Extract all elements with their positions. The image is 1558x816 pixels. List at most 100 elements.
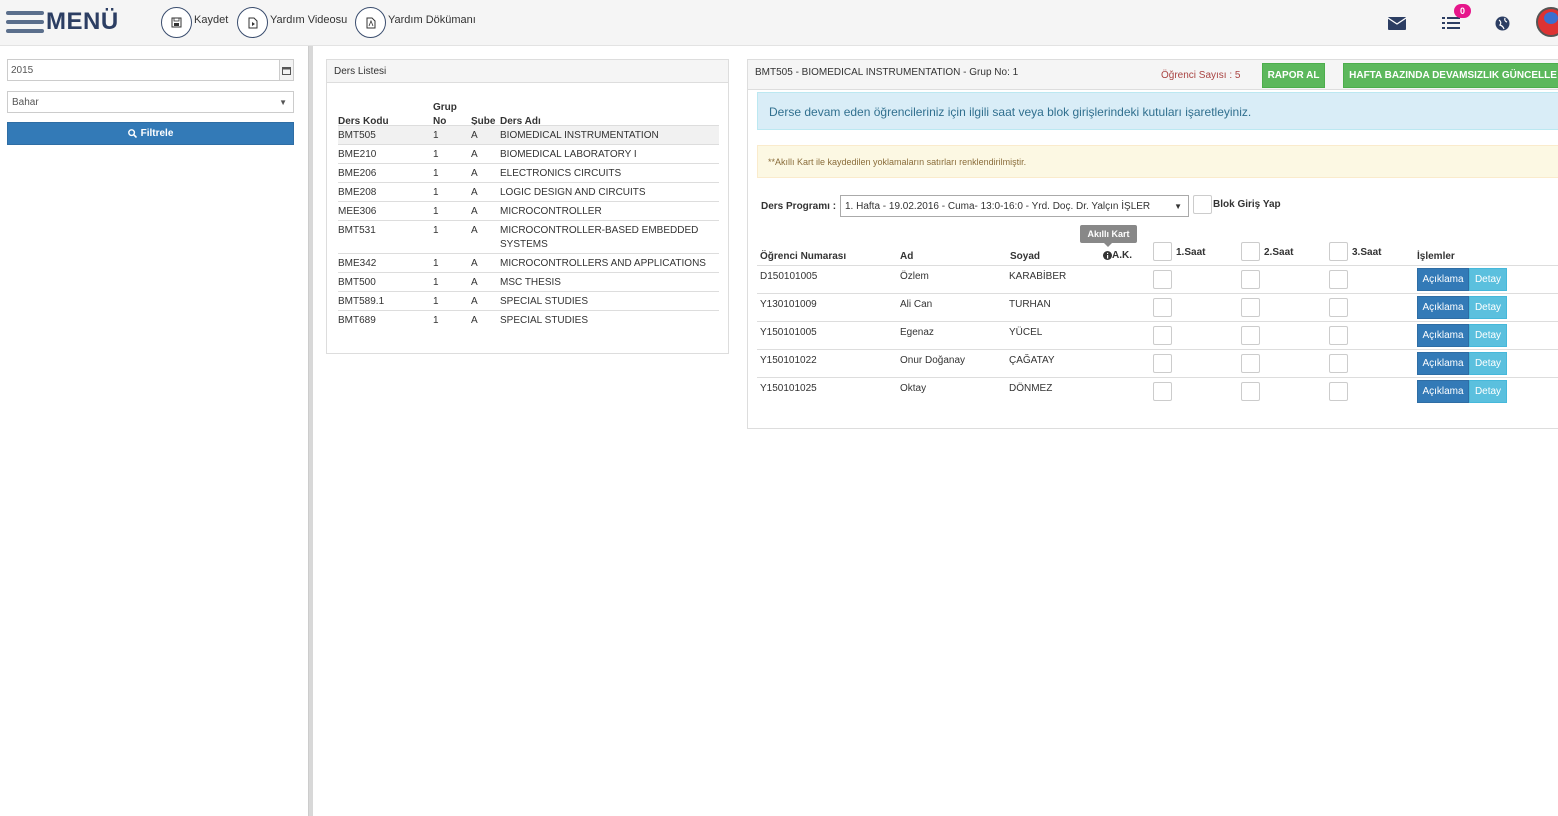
attendance-panel: BMT505 - BIOMEDICAL INSTRUMENTATION - Gr… (747, 59, 1558, 429)
course-row[interactable]: BME206 1 A ELECTRONICS CIRCUITS (338, 163, 719, 182)
hour3-all-checkbox[interactable] (1329, 242, 1348, 261)
course-row[interactable]: BMT531 1 A MICROCONTROLLER-BASED EMBEDDE… (338, 220, 719, 253)
hour2-checkbox[interactable] (1241, 270, 1260, 289)
course-name: LOGIC DESIGN AND CIRCUITS (500, 187, 646, 198)
course-table-header: Ders Kodu Grup No Şube Ders Adı (338, 96, 719, 127)
hour1-checkbox[interactable] (1153, 354, 1172, 373)
menu-button[interactable]: MENÜ (6, 8, 119, 36)
student-last-name: ÇAĞATAY (1009, 355, 1055, 366)
mail-icon[interactable] (1386, 12, 1408, 34)
course-row[interactable]: MEE306 1 A MICROCONTROLLER (338, 201, 719, 220)
course-section: A (471, 168, 478, 179)
student-number: Y150101022 (760, 355, 817, 366)
course-group: 1 (433, 225, 439, 236)
hour2-checkbox[interactable] (1241, 382, 1260, 401)
sidebar-splitter[interactable] (308, 46, 313, 816)
course-list-title: Ders Listesi (327, 60, 728, 83)
detail-button[interactable]: Detay (1469, 352, 1507, 375)
filter-button[interactable]: Filtrele (7, 122, 294, 145)
course-section: A (471, 258, 478, 269)
hour3-checkbox[interactable] (1329, 326, 1348, 345)
course-group: 1 (433, 130, 439, 141)
hour1-all-checkbox[interactable] (1153, 242, 1172, 261)
course-row[interactable]: BMT505 1 A BIOMEDICAL INSTRUMENTATION (338, 125, 719, 144)
hour3-checkbox[interactable] (1329, 354, 1348, 373)
globe-icon[interactable] (1491, 12, 1513, 34)
course-name: SPECIAL STUDIES (500, 315, 588, 326)
note-button[interactable]: Açıklama (1417, 296, 1469, 319)
course-group: 1 (433, 296, 439, 307)
note-button[interactable]: Açıklama (1417, 352, 1469, 375)
save-label: Kaydet (194, 14, 229, 26)
course-name: BIOMEDICAL INSTRUMENTATION (500, 130, 659, 141)
detail-button[interactable]: Detay (1469, 268, 1507, 291)
course-row[interactable]: BMT589.1 1 A SPECIAL STUDIES (338, 291, 719, 310)
hour2-all-checkbox[interactable] (1241, 242, 1260, 261)
course-group: 1 (433, 206, 439, 217)
year-input[interactable] (7, 59, 280, 81)
note-button[interactable]: Açıklama (1417, 268, 1469, 291)
weekly-absence-update-button[interactable]: HAFTA BAZINDA DEVAMSIZLIK GÜNCELLE (1343, 63, 1558, 88)
hour1-checkbox[interactable] (1153, 326, 1172, 345)
detail-button[interactable]: Detay (1469, 324, 1507, 347)
course-group: 1 (433, 277, 439, 288)
course-code: BME210 (338, 149, 377, 160)
avatar[interactable] (1536, 7, 1558, 37)
term-select[interactable]: Bahar ▼ (7, 91, 294, 113)
course-name: SPECIAL STUDIES (500, 296, 588, 307)
hour3-checkbox[interactable] (1329, 270, 1348, 289)
hour1-checkbox[interactable] (1153, 382, 1172, 401)
hour3-checkbox[interactable] (1329, 382, 1348, 401)
hour1-checkbox[interactable] (1153, 298, 1172, 317)
smart-card-warning: **Akıllı Kart ile kaydedilen yoklamaları… (757, 145, 1558, 178)
calendar-icon[interactable] (279, 59, 294, 81)
info-circle-icon (1103, 251, 1112, 260)
detail-button[interactable]: Detay (1469, 380, 1507, 403)
hour2-checkbox[interactable] (1241, 298, 1260, 317)
student-row: Y150101005 Egenaz YÜCEL Açıklama Detay (757, 321, 1558, 349)
student-number: Y130101009 (760, 299, 817, 310)
course-row[interactable]: BME342 1 A MICROCONTROLLERS AND APPLICAT… (338, 253, 719, 272)
course-row[interactable]: BMT500 1 A MSC THESIS (338, 272, 719, 291)
student-count: Öğrenci Sayısı : 5 (1161, 70, 1241, 81)
course-row[interactable]: BMT689 1 A SPECIAL STUDIES (338, 310, 719, 329)
course-name-continued: SYSTEMS (500, 239, 548, 250)
hour2-checkbox[interactable] (1241, 354, 1260, 373)
course-name: MICROCONTROLLERS AND APPLICATIONS (500, 258, 706, 269)
student-last-name: DÖNMEZ (1009, 383, 1053, 394)
course-group: 1 (433, 315, 439, 326)
student-first-name: Egenaz (900, 327, 934, 338)
note-button[interactable]: Açıklama (1417, 324, 1469, 347)
student-last-name: YÜCEL (1009, 327, 1043, 338)
course-section: A (471, 315, 478, 326)
course-section: A (471, 187, 478, 198)
col-hour-1: 1.Saat (1176, 247, 1206, 258)
course-name: MICROCONTROLLER (500, 206, 602, 217)
course-code: BME208 (338, 187, 377, 198)
hour2-checkbox[interactable] (1241, 326, 1260, 345)
course-name: MICROCONTROLLER-BASED EMBEDDED (500, 225, 699, 236)
student-number: Y150101005 (760, 327, 817, 338)
help-document-button[interactable]: Yardım Dökümanı (355, 7, 476, 38)
save-button[interactable]: Kaydet (161, 7, 228, 38)
note-button[interactable]: Açıklama (1417, 380, 1469, 403)
block-entry-label: Blok Giriş Yap (1213, 199, 1281, 210)
course-row[interactable]: BME210 1 A BIOMEDICAL LABORATORY I (338, 144, 719, 163)
col-student-number: Öğrenci Numarası (760, 251, 847, 262)
col-group-line1: Grup (433, 102, 457, 113)
program-select[interactable]: 1. Hafta - 19.02.2016 - Cuma- 13:0-16:0 … (840, 195, 1189, 217)
video-file-icon (237, 7, 268, 38)
course-section: A (471, 277, 478, 288)
block-entry-checkbox[interactable] (1193, 195, 1212, 214)
course-section: A (471, 130, 478, 141)
hour1-checkbox[interactable] (1153, 270, 1172, 289)
course-row[interactable]: BME208 1 A LOGIC DESIGN AND CIRCUITS (338, 182, 719, 201)
help-video-button[interactable]: Yardım Videosu (237, 7, 347, 38)
report-button[interactable]: RAPOR AL (1262, 63, 1325, 88)
hour3-checkbox[interactable] (1329, 298, 1348, 317)
detail-button[interactable]: Detay (1469, 296, 1507, 319)
hamburger-icon (6, 9, 44, 35)
course-group: 1 (433, 258, 439, 269)
tasks-list-icon[interactable]: 0 (1440, 4, 1471, 34)
col-hour-3: 3.Saat (1352, 247, 1382, 258)
